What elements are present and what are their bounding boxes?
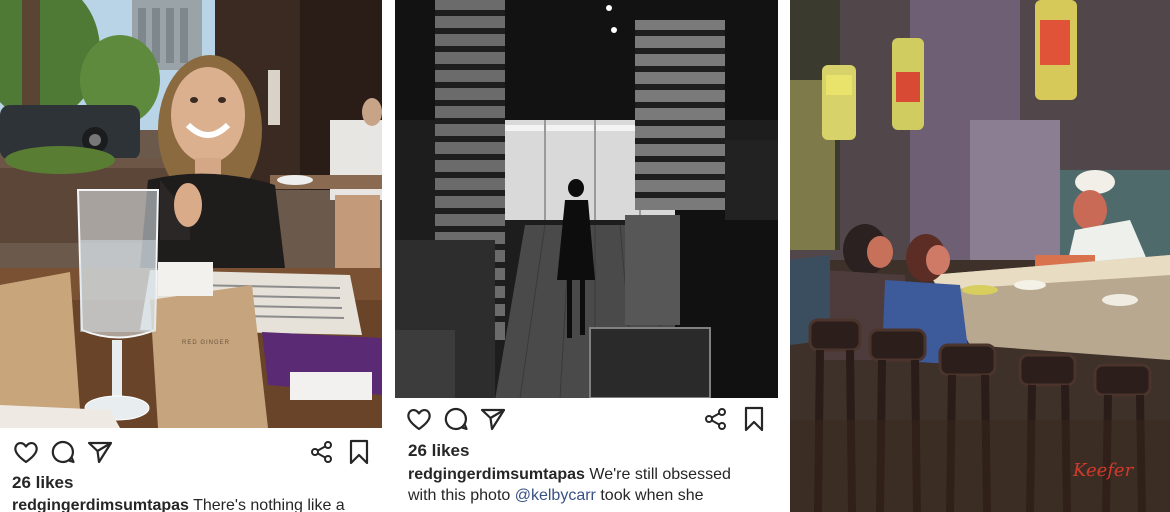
send-button[interactable] bbox=[479, 405, 507, 433]
post-card-2: 26 likes redgingerdimsumtapas We're stil… bbox=[395, 0, 778, 512]
comment-icon bbox=[51, 440, 75, 464]
send-button[interactable] bbox=[86, 438, 114, 466]
save-button[interactable] bbox=[345, 438, 373, 466]
like-button[interactable] bbox=[405, 405, 433, 433]
heart-icon bbox=[407, 408, 431, 431]
comment-icon bbox=[444, 407, 468, 431]
like-count[interactable]: 26 likes bbox=[408, 441, 469, 461]
caption-text-2: with this photo bbox=[408, 487, 511, 504]
post-photo-2[interactable] bbox=[395, 0, 778, 398]
post-caption: redgingerdimsumtapas We're still obsesse… bbox=[408, 464, 768, 506]
send-icon bbox=[480, 408, 506, 431]
bookmark-icon bbox=[744, 406, 764, 432]
post-caption: redgingerdimsumtapas There's nothing lik… bbox=[12, 495, 382, 512]
comment-button[interactable] bbox=[49, 438, 77, 466]
share-icon bbox=[311, 441, 332, 463]
caption-mention[interactable]: @kelbycarr bbox=[515, 487, 596, 504]
share-button[interactable] bbox=[702, 405, 730, 433]
artist-signature: Keefer bbox=[1073, 460, 1134, 481]
caption-text-1: We're still obsessed bbox=[589, 466, 731, 483]
post-photo-1[interactable]: RED GINGER bbox=[0, 0, 382, 428]
heart-icon bbox=[14, 441, 38, 464]
send-icon bbox=[87, 441, 113, 464]
share-button[interactable] bbox=[308, 438, 336, 466]
caption-text: There's nothing like a bbox=[193, 497, 345, 512]
share-icon bbox=[705, 408, 726, 430]
comment-button[interactable] bbox=[442, 405, 470, 433]
menu-logo: RED GINGER bbox=[182, 340, 231, 346]
like-count[interactable]: 26 likes bbox=[12, 473, 73, 493]
post-card-1: RED GINGER 26 likes redgingerdimsumtapas… bbox=[0, 0, 382, 512]
caption-text-3: took when she bbox=[600, 487, 704, 504]
caption-username[interactable]: redgingerdimsumtapas bbox=[12, 497, 189, 512]
post-actions-2 bbox=[395, 405, 778, 437]
painting-image[interactable]: Keefer bbox=[790, 0, 1170, 512]
save-button[interactable] bbox=[740, 405, 768, 433]
like-button[interactable] bbox=[12, 438, 40, 466]
bookmark-icon bbox=[349, 439, 369, 465]
caption-username[interactable]: redgingerdimsumtapas bbox=[408, 466, 585, 483]
post-actions-1 bbox=[0, 438, 382, 470]
